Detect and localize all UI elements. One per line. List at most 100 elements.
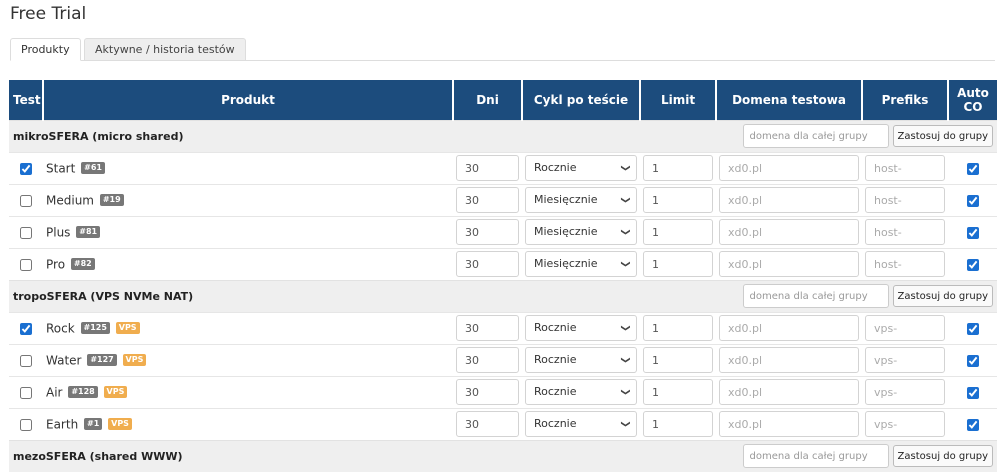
chevron-down-icon: ❯ — [620, 388, 631, 396]
prefix-input[interactable] — [865, 187, 945, 213]
test-domain-input[interactable] — [719, 347, 859, 373]
prefix-input[interactable] — [865, 251, 945, 277]
days-input[interactable] — [456, 251, 519, 277]
days-input[interactable] — [456, 219, 519, 245]
group-name: mikroSFERA (micro shared) — [9, 119, 716, 152]
test-domain-input[interactable] — [719, 187, 859, 213]
product-id-badge: #81 — [76, 226, 101, 239]
cycle-cell: Rocznie ❯ — [522, 151, 640, 184]
auto-co-checkbox[interactable] — [966, 258, 979, 271]
days-input[interactable] — [456, 379, 519, 405]
test-checkbox[interactable] — [20, 418, 32, 431]
prefix-cell — [862, 215, 948, 248]
auto-co-cell — [948, 183, 997, 216]
prefix-input[interactable] — [865, 379, 945, 405]
domain-cell — [716, 407, 862, 440]
col-header-prefiks: Prefiks — [862, 80, 949, 120]
chevron-down-icon: ❯ — [620, 420, 631, 428]
group-domain-input[interactable] — [742, 444, 889, 469]
days-cell — [453, 247, 522, 280]
domain-cell — [716, 151, 862, 184]
test-checkbox[interactable] — [20, 322, 32, 335]
days-input[interactable] — [456, 187, 519, 213]
limit-cell — [640, 183, 716, 216]
test-checkbox[interactable] — [20, 258, 32, 271]
prefix-input[interactable] — [865, 315, 945, 341]
apply-to-group-button[interactable]: Zastosuj do grupy — [892, 285, 993, 307]
limit-cell — [640, 343, 716, 376]
days-cell — [453, 343, 522, 376]
limit-cell — [640, 151, 716, 184]
table-row: Rock #125 VPS Rocznie ❯ — [9, 311, 997, 344]
limit-input[interactable] — [643, 347, 713, 373]
table-row: Earth #1 VPS Rocznie ❯ — [9, 407, 997, 440]
test-domain-input[interactable] — [719, 379, 859, 405]
prefix-input[interactable] — [865, 155, 945, 181]
prefix-input[interactable] — [865, 219, 945, 245]
cycle-select[interactable]: Miesięcznie ❯ — [525, 187, 637, 213]
cycle-select[interactable]: Rocznie ❯ — [525, 379, 637, 405]
group-row: tropoSFERA (VPS NVMe NAT) Zastosuj do gru… — [9, 279, 997, 312]
cycle-select[interactable]: Rocznie ❯ — [525, 315, 637, 341]
auto-co-checkbox[interactable] — [966, 386, 979, 399]
auto-co-checkbox[interactable] — [966, 418, 979, 431]
auto-co-checkbox[interactable] — [966, 162, 979, 175]
limit-input[interactable] — [643, 379, 713, 405]
auto-co-checkbox[interactable] — [966, 226, 979, 239]
table-header-row: Test Produkt Dni Cykl po teście Limit Do… — [9, 80, 997, 120]
test-domain-input[interactable] — [719, 251, 859, 277]
group-tools: Zastosuj do grupy — [716, 439, 997, 472]
test-domain-input[interactable] — [719, 315, 859, 341]
test-checkbox[interactable] — [20, 194, 32, 207]
chevron-down-icon: ❯ — [620, 228, 631, 236]
product-id-badge: #19 — [99, 194, 124, 207]
test-domain-input[interactable] — [719, 155, 859, 181]
chevron-down-icon: ❯ — [620, 164, 631, 172]
product-id-badge: #1 — [84, 418, 103, 431]
test-checkbox[interactable] — [20, 386, 32, 399]
test-domain-input[interactable] — [719, 219, 859, 245]
tab-aktywne-historia[interactable]: Aktywne / historia testów — [84, 38, 246, 61]
table-row: Water #127 VPS Rocznie ❯ — [9, 343, 997, 376]
auto-co-cell — [948, 151, 997, 184]
limit-input[interactable] — [643, 251, 713, 277]
days-cell — [453, 375, 522, 408]
test-domain-input[interactable] — [719, 411, 859, 437]
cycle-select[interactable]: Miesięcznie ❯ — [525, 251, 637, 277]
cycle-select[interactable]: Miesięcznie ❯ — [525, 219, 637, 245]
days-input[interactable] — [456, 347, 519, 373]
limit-cell — [640, 375, 716, 408]
test-checkbox[interactable] — [20, 162, 32, 175]
auto-co-checkbox[interactable] — [966, 194, 979, 207]
prefix-cell — [862, 311, 948, 344]
cycle-cell: Miesięcznie ❯ — [522, 247, 640, 280]
group-domain-input[interactable] — [742, 124, 889, 148]
auto-co-checkbox[interactable] — [966, 354, 979, 367]
prefix-input[interactable] — [865, 347, 945, 373]
tab-produkty[interactable]: Produkty — [10, 38, 81, 61]
days-input[interactable] — [456, 315, 519, 341]
prefix-input[interactable] — [865, 411, 945, 437]
cycle-select[interactable]: Rocznie ❯ — [525, 347, 637, 373]
limit-input[interactable] — [643, 411, 713, 437]
auto-co-checkbox[interactable] — [966, 322, 979, 335]
days-cell — [453, 151, 522, 184]
limit-input[interactable] — [643, 315, 713, 341]
cycle-select-value: Rocznie — [534, 385, 577, 398]
cycle-select[interactable]: Rocznie ❯ — [525, 411, 637, 437]
limit-input[interactable] — [643, 155, 713, 181]
limit-input[interactable] — [643, 187, 713, 213]
days-input[interactable] — [456, 155, 519, 181]
table-row: Pro #82 Miesięcznie ❯ — [9, 247, 997, 280]
product-cell: Plus #81 — [43, 215, 453, 248]
test-checkbox[interactable] — [20, 354, 32, 367]
test-checkbox[interactable] — [20, 226, 32, 239]
apply-to-group-button[interactable]: Zastosuj do grupy — [892, 125, 993, 147]
table-row: Plus #81 Miesięcznie ❯ — [9, 215, 997, 248]
group-domain-input[interactable] — [742, 284, 889, 308]
days-input[interactable] — [456, 411, 519, 437]
apply-to-group-button[interactable]: Zastosuj do grupy — [892, 445, 993, 468]
limit-input[interactable] — [643, 219, 713, 245]
limit-cell — [640, 311, 716, 344]
cycle-select[interactable]: Rocznie ❯ — [525, 155, 637, 181]
